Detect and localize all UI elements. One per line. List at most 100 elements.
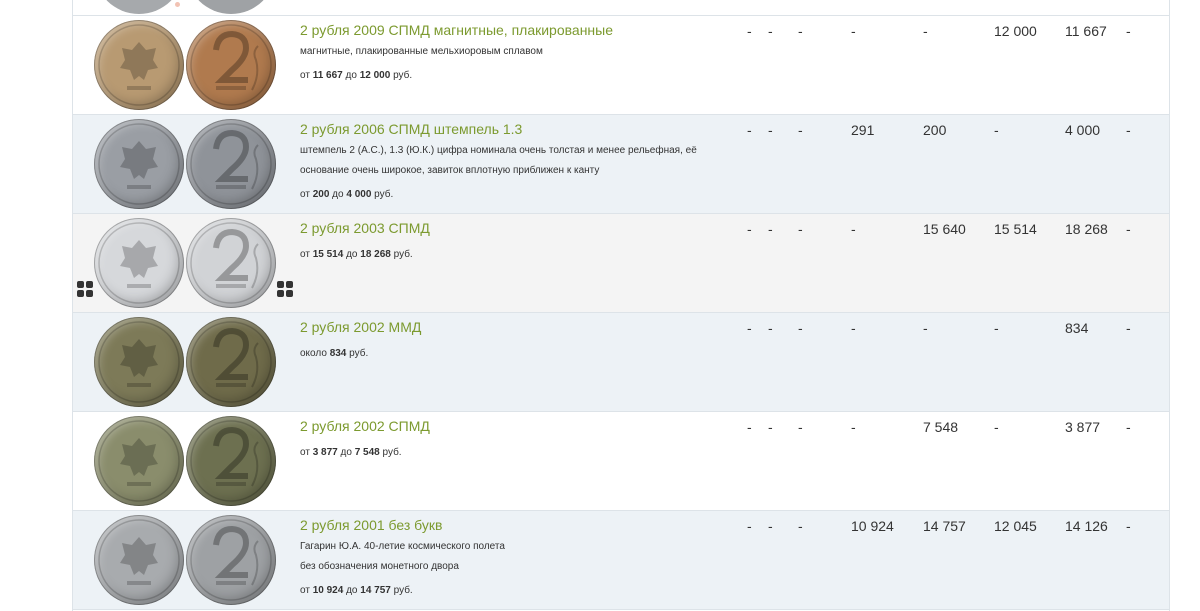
price-cell: - bbox=[747, 23, 752, 39]
coin-obverse bbox=[94, 20, 184, 110]
table-row: 2 рубля 2009 СПМД магнитные, плакированн… bbox=[73, 16, 1169, 115]
price-cell: - bbox=[798, 221, 803, 237]
price-cell: 4 000 bbox=[1065, 122, 1101, 138]
price-cell: - bbox=[798, 23, 803, 39]
price-prefix: около bbox=[300, 348, 327, 359]
price-max: 12 000 bbox=[359, 70, 391, 81]
table-row: 2 рубля 2002 ММД около 834 руб. - - - - - -834… bbox=[73, 313, 1169, 412]
coin-image[interactable] bbox=[186, 0, 276, 14]
price-min: 200 bbox=[312, 189, 330, 200]
coin-title-link[interactable]: 2 рубля 2006 СПМД штемпель 1.3 bbox=[300, 120, 522, 138]
price-cell: - bbox=[747, 419, 752, 435]
coin-reverse-image[interactable] bbox=[186, 119, 276, 209]
coin-obverse bbox=[94, 515, 184, 605]
coin-reverse-image[interactable] bbox=[186, 416, 276, 506]
coin-title-link[interactable]: 2 рубля 2003 СПМД bbox=[300, 219, 430, 237]
price-cell: - bbox=[923, 320, 928, 336]
price-cell: - bbox=[768, 122, 773, 138]
coin-reverse-image[interactable] bbox=[186, 20, 276, 110]
coin-obverse-image[interactable] bbox=[94, 218, 184, 308]
price-cell: 14 757 bbox=[923, 518, 966, 534]
price-cell: - bbox=[994, 419, 999, 435]
coin-title-link[interactable]: 2 рубля 2002 СПМД bbox=[300, 417, 430, 435]
price-cell: 3 877 bbox=[1065, 419, 1101, 435]
price-range: от 15 514 до 18 268 руб. bbox=[300, 249, 413, 260]
coin-reverse bbox=[186, 515, 276, 605]
drag-handle-icon[interactable] bbox=[277, 281, 293, 297]
price-mid: до bbox=[332, 189, 344, 200]
price-min: 15 514 bbox=[312, 249, 344, 260]
coin-obverse bbox=[94, 218, 184, 308]
price-cell: 10 924 bbox=[851, 518, 894, 534]
coin-obverse-image[interactable] bbox=[94, 317, 184, 407]
price-cell: - bbox=[768, 221, 773, 237]
price-cell: - bbox=[851, 221, 856, 237]
price-mid: до bbox=[340, 447, 352, 458]
price-suffix: руб. bbox=[349, 348, 369, 359]
coin-description: Гагарин Ю.А. 40-летие космического полет… bbox=[300, 541, 505, 552]
price-cell: - bbox=[994, 320, 999, 336]
price-cell: - bbox=[851, 320, 856, 336]
coin-reverse-image[interactable] bbox=[186, 317, 276, 407]
price-suffix: руб. bbox=[374, 189, 394, 200]
coin-obverse bbox=[94, 119, 184, 209]
price-cell: - bbox=[768, 23, 773, 39]
price-max: 18 268 bbox=[360, 249, 391, 260]
coin-reverse-image[interactable] bbox=[186, 218, 276, 308]
drag-handle-icon[interactable] bbox=[77, 281, 93, 297]
price-min: 3 877 bbox=[312, 447, 338, 458]
coin-reverse bbox=[186, 416, 276, 506]
coin-title-link[interactable]: 2 рубля 2001 без букв bbox=[300, 516, 442, 534]
coin-title-link[interactable]: 2 рубля 2002 ММД bbox=[300, 318, 421, 336]
coin-description: основание очень широкое, завиток вплотну… bbox=[300, 165, 600, 176]
price-cell: - bbox=[747, 122, 752, 138]
price-prefix: от bbox=[300, 249, 310, 260]
coin-description: штемпель 2 (А.С.), 1.3 (Ю.К.) цифра номи… bbox=[300, 145, 697, 156]
coin-obverse-image[interactable] bbox=[94, 20, 184, 110]
price-cell: 834 bbox=[1065, 320, 1089, 336]
price-cell: - bbox=[923, 23, 928, 39]
price-suffix: руб. bbox=[393, 585, 413, 596]
price-cell: 12 045 bbox=[994, 518, 1037, 534]
coin-reverse bbox=[186, 119, 276, 209]
price-cell: - bbox=[1126, 23, 1131, 39]
price-cell: - bbox=[851, 23, 856, 39]
price-cell: 12 000 bbox=[994, 23, 1037, 39]
table-row: 2 рубля 2003 СПМД от 15 514 до 18 268 руб… bbox=[73, 214, 1169, 313]
coin-obverse-image[interactable] bbox=[94, 416, 184, 506]
coin-title-link[interactable]: 2 рубля 2009 СПМД магнитные, плакированн… bbox=[300, 21, 613, 39]
price-cell: - bbox=[798, 320, 803, 336]
price-max: 14 757 bbox=[360, 585, 391, 596]
price-cell: - bbox=[768, 320, 773, 336]
price-cell: - bbox=[1126, 122, 1131, 138]
coin-reverse bbox=[186, 218, 276, 308]
coin-image[interactable] bbox=[94, 0, 184, 14]
price-range: от 200 до 4 000 руб. bbox=[300, 189, 393, 200]
price-min: 10 924 bbox=[312, 585, 344, 596]
price-suffix: руб. bbox=[382, 447, 402, 458]
price-cell: 14 126 bbox=[1065, 518, 1108, 534]
price-cell: - bbox=[747, 320, 752, 336]
price-prefix: от bbox=[300, 585, 310, 596]
price-cell: 11 667 bbox=[1065, 23, 1107, 39]
price-range: от 10 924 до 14 757 руб. bbox=[300, 585, 413, 596]
price-cell: - bbox=[994, 122, 999, 138]
coin-reverse-image[interactable] bbox=[186, 515, 276, 605]
price-prefix: от bbox=[300, 189, 310, 200]
price-range: от 11 667 до 12 000 руб. bbox=[300, 70, 412, 81]
price-cell: 7 548 bbox=[923, 419, 959, 435]
price-prefix: от bbox=[300, 447, 310, 458]
coin-obverse-image[interactable] bbox=[94, 119, 184, 209]
price-cell: - bbox=[1126, 518, 1131, 534]
previous-row-fragment bbox=[73, 0, 1169, 16]
price-mid: до bbox=[346, 249, 358, 260]
price-cell: - bbox=[1126, 320, 1131, 336]
price-cell: - bbox=[798, 518, 803, 534]
price-cell: - bbox=[1126, 419, 1131, 435]
price-range: от 3 877 до 7 548 руб. bbox=[300, 447, 402, 458]
price-cell: - bbox=[768, 518, 773, 534]
price-min: 11 667 bbox=[312, 70, 343, 81]
price-cell: 200 bbox=[923, 122, 947, 138]
price-cell: - bbox=[747, 518, 752, 534]
coin-obverse-image[interactable] bbox=[94, 515, 184, 605]
